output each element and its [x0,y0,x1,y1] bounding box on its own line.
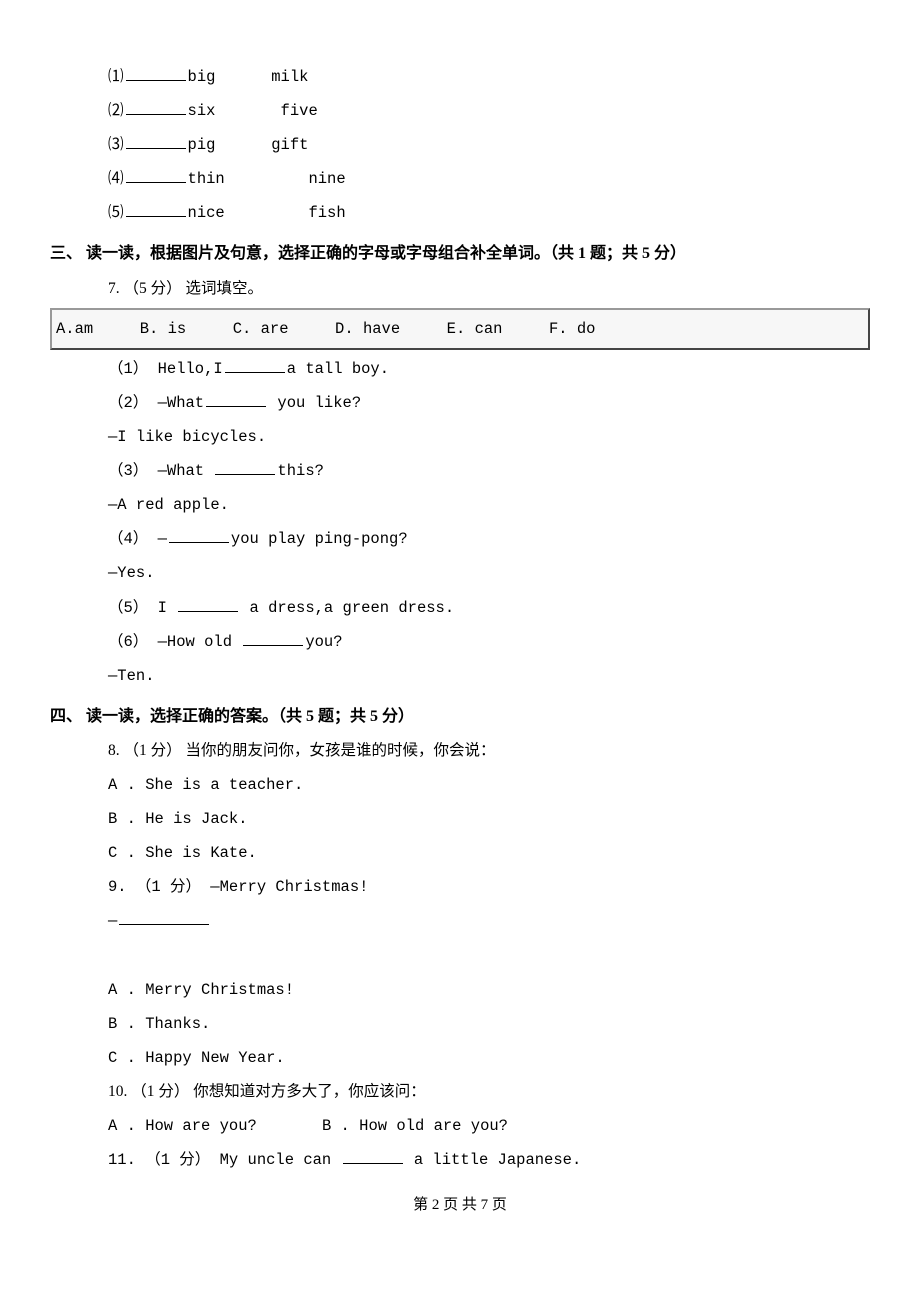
q9-opt-a: A . Merry Christmas! [50,973,870,1007]
spacer [50,939,870,973]
sub-pre: （4） — [108,530,167,548]
q10-opts: A . How are you? B . How old are you? [50,1109,870,1143]
q8-opt-a: A . She is a teacher. [50,768,870,802]
q11-pre: 11. （1 分） My uncle can [108,1151,341,1169]
q8-opt-b: B . He is Jack. [50,802,870,836]
q9-reply: — [50,904,870,938]
q11-post: a little Japanese. [405,1151,582,1169]
word-1: pig [188,136,216,154]
reply-dash: — [108,912,117,930]
q11-stem: 11. （1 分） My uncle can a little Japanese… [50,1143,870,1177]
pair-row: ⑶ pig gift [50,128,870,162]
q7-sub6: （6） —How old you? [50,625,870,659]
pair-row: ⑵ six five [50,94,870,128]
blank-field[interactable] [126,202,186,218]
pair-num: ⑷ [108,170,124,188]
word-1: six [188,102,216,120]
pair-num: ⑴ [108,68,124,86]
q7-sub4-reply: —Yes. [50,556,870,590]
q7-sub6-reply: —Ten. [50,659,870,693]
word-1: big [188,68,216,86]
blank-field[interactable] [343,1149,403,1165]
sub-post: this? [277,462,324,480]
q7-sub4: （4） — you play ping-pong? [50,522,870,556]
pair-num: ⑶ [108,136,124,154]
blank-field[interactable] [126,66,186,82]
q10-opt-a: A . How are you? [108,1117,257,1135]
sub-post: a tall boy. [287,360,389,378]
sub-post: a dress,a green dress. [240,599,454,617]
q9-opt-c: C . Happy New Year. [50,1041,870,1075]
word-2: gift [271,136,308,154]
sub-pre: （1） Hello,I [108,360,223,378]
blank-field[interactable] [206,391,266,407]
section-4-heading: 四、 读一读，选择正确的答案。（共 5 题；共 5 分） [50,699,870,734]
q7-sub5: （5） I a dress,a green dress. [50,591,870,625]
blank-field[interactable] [126,134,186,150]
sub-pre: （3） —What [108,462,213,480]
options-box: A.am B. is C. are D. have E. can F. do [50,308,870,350]
page-footer: 第 2 页 共 7 页 [50,1189,870,1222]
q9-stem: 9. （1 分） —Merry Christmas! [50,870,870,904]
q8-stem: 8. （1 分） 当你的朋友问你，女孩是谁的时候，你会说： [50,734,870,768]
top-word-pairs: ⑴ big milk ⑵ six five ⑶ pig gift ⑷ thin nine… [50,60,870,230]
pair-row: ⑸ nice fish [50,196,870,230]
word-1: nice [188,204,225,222]
blank-field[interactable] [215,460,275,476]
q7-intro: 7. （5 分） 选词填空。 [50,272,870,306]
q7-sub3: （3） —What this? [50,454,870,488]
word-2: milk [271,68,308,86]
q8-opt-c: C . She is Kate. [50,836,870,870]
word-1: thin [188,170,225,188]
q7-sub2-reply: —I like bicycles. [50,420,870,454]
section-3-heading: 三、 读一读，根据图片及句意，选择正确的字母或字母组合补全单词。（共 1 题；共… [50,236,870,271]
pair-row: ⑴ big milk [50,60,870,94]
sub-pre: （6） —How old [108,633,241,651]
word-2: nine [308,170,345,188]
blank-field[interactable] [126,168,186,184]
sub-post: you like? [268,394,361,412]
pair-num: ⑵ [108,102,124,120]
sub-post: you? [305,633,342,651]
sub-post: you play ping-pong? [231,530,408,548]
q7-sub3-reply: —A red apple. [50,488,870,522]
pair-num: ⑸ [108,204,124,222]
sub-pre: （5） I [108,599,176,617]
q10-opt-b: B . How old are you? [322,1117,508,1135]
q7-sub1: （1） Hello,I a tall boy. [50,352,870,386]
q10-stem: 10. （1 分） 你想知道对方多大了，你应该问： [50,1075,870,1109]
word-2: fish [308,204,345,222]
blank-field[interactable] [178,596,238,612]
q7-sub2: （2） —What you like? [50,386,870,420]
word-2: five [281,102,318,120]
sub-pre: （2） —What [108,394,204,412]
blank-field[interactable] [119,910,209,926]
q9-opt-b: B . Thanks. [50,1007,870,1041]
blank-field[interactable] [169,528,229,544]
pair-row: ⑷ thin nine [50,162,870,196]
blank-field[interactable] [225,357,285,373]
blank-field[interactable] [243,630,303,646]
blank-field[interactable] [126,100,186,116]
